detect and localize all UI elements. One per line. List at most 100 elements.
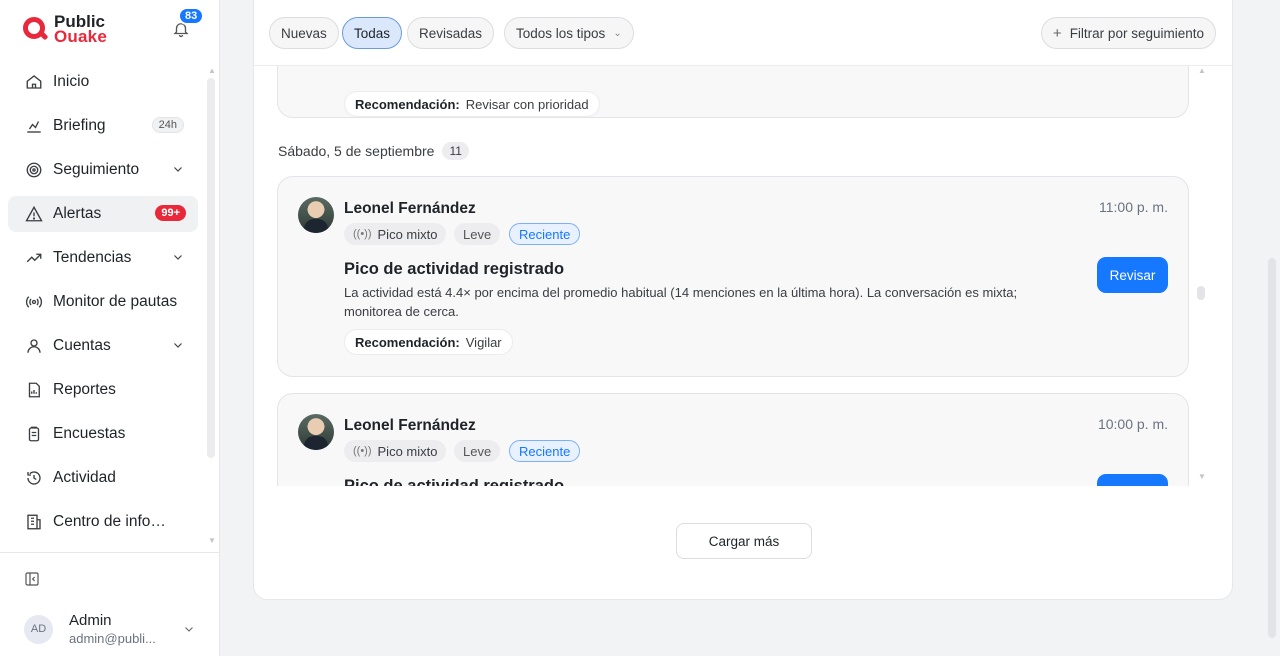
date-count-badge: 11: [442, 142, 469, 160]
filter-nuevas[interactable]: Nuevas: [269, 17, 339, 49]
tag-type: ((•)) Pico mixto: [344, 223, 447, 245]
alert-list[interactable]: Recomendación: Revisar con prioridad Sáb…: [254, 66, 1232, 486]
filter-toolbar: Nuevas Todas Revisadas Todos los tipos ⌄ …: [254, 0, 1232, 66]
sidebar-item-encuestas[interactable]: Encuestas: [8, 416, 198, 452]
type-select-label: Todos los tipos: [516, 25, 606, 41]
sidebar-item-seguimiento[interactable]: Seguimiento: [8, 152, 198, 188]
tag-level: Leve: [454, 223, 501, 245]
sidebar-item-reportes[interactable]: Reportes: [8, 372, 198, 408]
sidebar-nav: Inicio Briefing 24h Seguimiento Alertas …: [8, 64, 198, 546]
chevron-down-icon[interactable]: [183, 622, 195, 640]
filter-label: Nuevas: [281, 25, 327, 41]
filter-revisadas[interactable]: Revisadas: [407, 17, 495, 49]
broadcast-icon: ((•)): [353, 228, 372, 240]
recommendation-label: Recomendación:: [355, 96, 460, 112]
tag-type-label: Pico mixto: [377, 226, 438, 242]
brand-logo[interactable]: Public Ouake: [22, 13, 107, 46]
sidebar-item-alertas[interactable]: Alertas 99+: [8, 196, 198, 232]
user-name: Admin: [69, 612, 112, 629]
scroll-up-arrow[interactable]: ▲: [208, 66, 216, 75]
load-more-button[interactable]: Cargar más: [676, 523, 812, 559]
alerts-panel: Nuevas Todas Revisadas Todos los tipos ⌄ …: [253, 0, 1233, 600]
avatar: AD: [24, 614, 53, 644]
avatar: [298, 197, 334, 233]
logo-q-icon: [22, 16, 49, 42]
page-scrollbar[interactable]: [1268, 258, 1276, 638]
chevron-down-icon: ⌄: [613, 27, 622, 39]
sidebar-item-label: Monitor de pautas: [53, 293, 178, 310]
alert-description: La actividad está 4.4× por encima del pr…: [344, 285, 1018, 319]
notification-badge: 83: [178, 7, 205, 25]
sidebar-item-monitor[interactable]: Monitor de pautas: [8, 284, 198, 320]
plus-icon: +: [1052, 24, 1062, 42]
recommendation-label: Recomendación:: [355, 334, 460, 350]
user-menu[interactable]: AD Admin admin@publi...: [24, 612, 156, 646]
broadcast-icon: ((•)): [353, 445, 372, 457]
avatar: [298, 414, 334, 450]
alert-card[interactable]: Leonel Fernández 11:00 p. m. ((•)) Pico m…: [277, 176, 1189, 377]
sidebar-item-centro[interactable]: Centro de información: [8, 504, 198, 540]
date-group-header: Sábado, 5 de septiembre 11: [278, 142, 469, 160]
scroll-up-arrow[interactable]: ▲: [1198, 66, 1206, 75]
filter-todas[interactable]: Todas: [342, 17, 403, 49]
tag-level: Leve: [454, 440, 501, 462]
sidebar: Public Ouake 83 Inicio Briefing 24h Segu…: [0, 0, 220, 656]
tag-status: Reciente: [509, 223, 581, 245]
home-icon: [24, 72, 44, 92]
tag-status: Reciente: [509, 440, 581, 462]
history-icon: [24, 468, 44, 488]
chevron-down-icon: [172, 338, 184, 356]
sidebar-item-actividad[interactable]: Actividad: [8, 460, 198, 496]
alert-time: 11:00 p. m.: [1098, 199, 1168, 215]
filter-label: Revisadas: [419, 25, 483, 41]
sidebar-item-tendencias[interactable]: Tendencias: [8, 240, 198, 276]
divider: [0, 552, 219, 553]
tag-type-label: Pico mixto: [377, 443, 438, 459]
chevron-down-icon: [172, 162, 184, 180]
person-name: Leonel Fernández: [344, 417, 476, 434]
sidebar-item-label: Seguimiento: [53, 161, 140, 178]
list-scrollbar[interactable]: [1197, 286, 1205, 300]
alert-card: Recomendación: Revisar con prioridad: [277, 66, 1189, 118]
filter-label: Todas: [354, 25, 391, 41]
follow-filter-button[interactable]: + Filtrar por seguimiento: [1040, 17, 1216, 49]
chevron-down-icon: [172, 250, 184, 268]
sidebar-item-label: Centro de información: [53, 513, 171, 530]
person-name: Leonel Fernández: [344, 200, 476, 217]
alert-count-badge: 99+: [155, 205, 186, 221]
trend-icon: [24, 248, 44, 268]
sidebar-item-label: Alertas: [53, 205, 102, 222]
recommendation: Recomendación: Vigilar: [344, 329, 513, 355]
scroll-down-arrow[interactable]: ▼: [208, 536, 216, 545]
survey-icon: [24, 424, 44, 444]
briefing-icon: [24, 116, 44, 136]
collapse-sidebar-icon[interactable]: [24, 571, 40, 587]
follow-filter-label: Filtrar por seguimiento: [1069, 25, 1204, 41]
sidebar-item-label: Actividad: [53, 469, 116, 486]
recommendation-value: Vigilar: [465, 334, 502, 350]
sidebar-item-label: Tendencias: [53, 249, 132, 266]
review-button[interactable]: Revisar: [1097, 257, 1168, 293]
broadcast-icon: [24, 292, 44, 312]
brand-line2: Ouake: [54, 27, 107, 46]
alert-icon: [24, 204, 44, 224]
alert-card[interactable]: Leonel Fernández 10:00 p. m. ((•)) Pico m…: [277, 393, 1189, 486]
target-icon: [24, 160, 44, 180]
sidebar-item-cuentas[interactable]: Cuentas: [8, 328, 198, 364]
date-label: Sábado, 5 de septiembre: [278, 143, 435, 159]
scroll-down-arrow[interactable]: ▼: [1198, 472, 1206, 481]
alert-time: 10:00 p. m.: [1097, 416, 1168, 432]
sidebar-item-label: Cuentas: [53, 337, 111, 354]
review-button[interactable]: Revisar: [1097, 474, 1168, 486]
recommendation: Recomendación: Revisar con prioridad: [344, 91, 600, 117]
sidebar-scrollbar[interactable]: [207, 78, 215, 458]
alert-title: Pico de actividad registrado: [344, 477, 565, 486]
sidebar-item-label: Encuestas: [53, 425, 126, 442]
sidebar-item-label: Briefing: [53, 117, 106, 134]
type-select[interactable]: Todos los tipos ⌄: [504, 17, 634, 49]
sidebar-item-briefing[interactable]: Briefing 24h: [8, 108, 198, 144]
briefing-pill: 24h: [151, 117, 184, 133]
sidebar-item-label: Reportes: [53, 381, 116, 398]
sidebar-item-inicio[interactable]: Inicio: [8, 64, 198, 100]
alert-title: Pico de actividad registrado: [344, 260, 565, 278]
